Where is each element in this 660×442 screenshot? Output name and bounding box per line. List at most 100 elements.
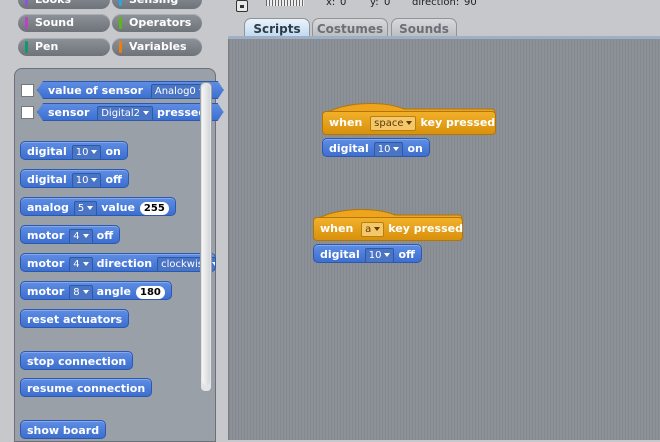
tab-label: Costumes bbox=[316, 22, 384, 36]
block-text: reset actuators bbox=[27, 313, 123, 326]
script-digital-off-block[interactable]: digital 10 off bbox=[313, 244, 422, 263]
hat-body: when a key pressed bbox=[313, 217, 463, 241]
pin-dropdown[interactable]: 4 bbox=[69, 256, 93, 271]
category-looks[interactable]: Looks bbox=[18, 0, 110, 9]
block-text: on bbox=[407, 142, 423, 155]
value-of-sensor-block[interactable]: value of sensor Analog0 bbox=[37, 81, 224, 99]
dropdown-arrow-icon bbox=[374, 226, 381, 231]
dropdown-arrow-icon bbox=[91, 149, 98, 154]
variables-color-bar bbox=[119, 41, 122, 53]
dropdown-value: space bbox=[374, 117, 404, 129]
category-operators[interactable]: Operators bbox=[112, 14, 202, 32]
pin-dropdown[interactable]: 8 bbox=[69, 284, 93, 300]
dropdown-value: 10 bbox=[75, 146, 89, 158]
sensor-dropdown[interactable]: Digital2 bbox=[97, 106, 153, 121]
script-digital-on-block[interactable]: digital 10 on bbox=[322, 138, 430, 157]
category-sensing-label: Sensing bbox=[129, 0, 178, 9]
pin-dropdown[interactable]: 4 bbox=[69, 228, 93, 244]
digital-off-block[interactable]: digital 10 off bbox=[20, 169, 129, 188]
block-text: key pressed bbox=[420, 116, 496, 129]
dropdown-value: 4 bbox=[73, 258, 80, 270]
block-text: off bbox=[105, 173, 122, 186]
dropdown-value: 10 bbox=[368, 249, 382, 261]
dropdown-arrow-icon bbox=[91, 177, 98, 182]
block-text: motor bbox=[27, 285, 65, 298]
tab-scripts[interactable]: Scripts bbox=[244, 18, 310, 38]
pen-color-bar bbox=[25, 41, 28, 53]
sensor-pressed-block[interactable]: sensor Digital2 pressed? bbox=[37, 103, 224, 121]
hat-body: when space key pressed bbox=[322, 111, 496, 135]
motor-off-block[interactable]: motor 4 off bbox=[20, 225, 121, 244]
category-looks-label: Looks bbox=[35, 0, 71, 9]
direction-value: 90 bbox=[464, 0, 477, 8]
block-text: show board bbox=[27, 424, 100, 437]
block-text: digital bbox=[27, 145, 67, 158]
dropdown-value: Analog0 bbox=[154, 85, 196, 97]
palette-scrollbar[interactable] bbox=[200, 82, 212, 392]
sensing-color-bar bbox=[119, 0, 122, 6]
dropdown-value: 10 bbox=[377, 143, 391, 155]
dropdown-value: 8 bbox=[73, 286, 80, 298]
dropdown-value: 5 bbox=[77, 202, 85, 214]
dropdown-arrow-icon bbox=[406, 120, 413, 125]
pin-dropdown[interactable]: 5 bbox=[73, 200, 98, 216]
y-label: y: bbox=[370, 0, 379, 8]
when-key-pressed-hat-block[interactable]: when space key pressed bbox=[322, 101, 496, 137]
dropdown-value: Digital2 bbox=[101, 107, 141, 119]
dropdown-arrow-icon bbox=[82, 261, 89, 266]
category-variables-label: Variables bbox=[129, 40, 187, 53]
dropdown-arrow-icon bbox=[212, 261, 215, 266]
show-board-block[interactable]: show board bbox=[20, 420, 107, 439]
sensor-value-checkbox[interactable] bbox=[21, 84, 34, 97]
block-text: direction bbox=[96, 257, 153, 270]
stop-connection-block[interactable]: stop connection bbox=[20, 351, 134, 370]
angle-input[interactable]: 180 bbox=[136, 285, 165, 299]
digital-on-block[interactable]: digital 10 on bbox=[20, 141, 128, 160]
sprite-lock-icon[interactable] bbox=[236, 0, 248, 12]
pin-dropdown[interactable]: 10 bbox=[71, 172, 102, 188]
key-dropdown[interactable]: a bbox=[361, 221, 385, 237]
category-pen[interactable]: Pen bbox=[18, 38, 110, 56]
dropdown-arrow-icon bbox=[87, 205, 94, 210]
palette-scrollbar-thumb[interactable] bbox=[202, 85, 210, 385]
when-key-pressed-hat-block[interactable]: when a key pressed bbox=[313, 207, 463, 243]
reset-actuators-block[interactable]: reset actuators bbox=[20, 309, 130, 328]
motor-angle-block[interactable]: motor 8 angle 180 bbox=[20, 281, 172, 300]
block-text: motor bbox=[27, 229, 65, 242]
category-sound[interactable]: Sound bbox=[18, 14, 110, 32]
category-pen-label: Pen bbox=[35, 40, 59, 53]
dropdown-arrow-icon bbox=[82, 289, 89, 294]
key-dropdown[interactable]: space bbox=[370, 115, 417, 131]
category-sensing[interactable]: Sensing bbox=[112, 0, 202, 9]
block-text: sensor bbox=[48, 106, 90, 119]
block-text: off bbox=[398, 248, 415, 261]
category-variables[interactable]: Variables bbox=[112, 38, 202, 56]
analog-value-block[interactable]: analog 5 value 255 bbox=[20, 197, 176, 216]
sensor-pressed-checkbox[interactable] bbox=[21, 106, 34, 119]
resume-connection-block[interactable]: resume connection bbox=[20, 378, 153, 397]
operators-color-bar bbox=[119, 17, 122, 29]
block-text: motor bbox=[27, 257, 65, 270]
tab-label: Sounds bbox=[399, 22, 449, 36]
block-text: value bbox=[101, 201, 135, 214]
pin-dropdown[interactable]: 10 bbox=[364, 247, 395, 263]
block-text: on bbox=[105, 145, 121, 158]
category-sound-label: Sound bbox=[35, 16, 75, 29]
block-text: when bbox=[329, 116, 363, 129]
dropdown-arrow-icon bbox=[384, 252, 391, 257]
x-label: x: bbox=[326, 0, 336, 8]
value-input[interactable]: 255 bbox=[139, 201, 169, 215]
tab-costumes[interactable]: Costumes bbox=[312, 18, 388, 38]
block-text: digital bbox=[329, 142, 369, 155]
block-text: digital bbox=[320, 248, 360, 261]
pin-dropdown[interactable]: 10 bbox=[373, 141, 404, 157]
pin-dropdown[interactable]: 10 bbox=[71, 144, 102, 160]
block-text: resume connection bbox=[27, 382, 146, 395]
category-operators-label: Operators bbox=[129, 16, 192, 29]
block-text: analog bbox=[27, 201, 69, 214]
motor-direction-block[interactable]: motor 4 direction clockwise bbox=[20, 253, 216, 272]
sound-color-bar bbox=[25, 17, 28, 29]
tab-label: Scripts bbox=[253, 22, 301, 36]
tab-sounds[interactable]: Sounds bbox=[391, 18, 457, 38]
block-text: key pressed bbox=[388, 222, 463, 235]
